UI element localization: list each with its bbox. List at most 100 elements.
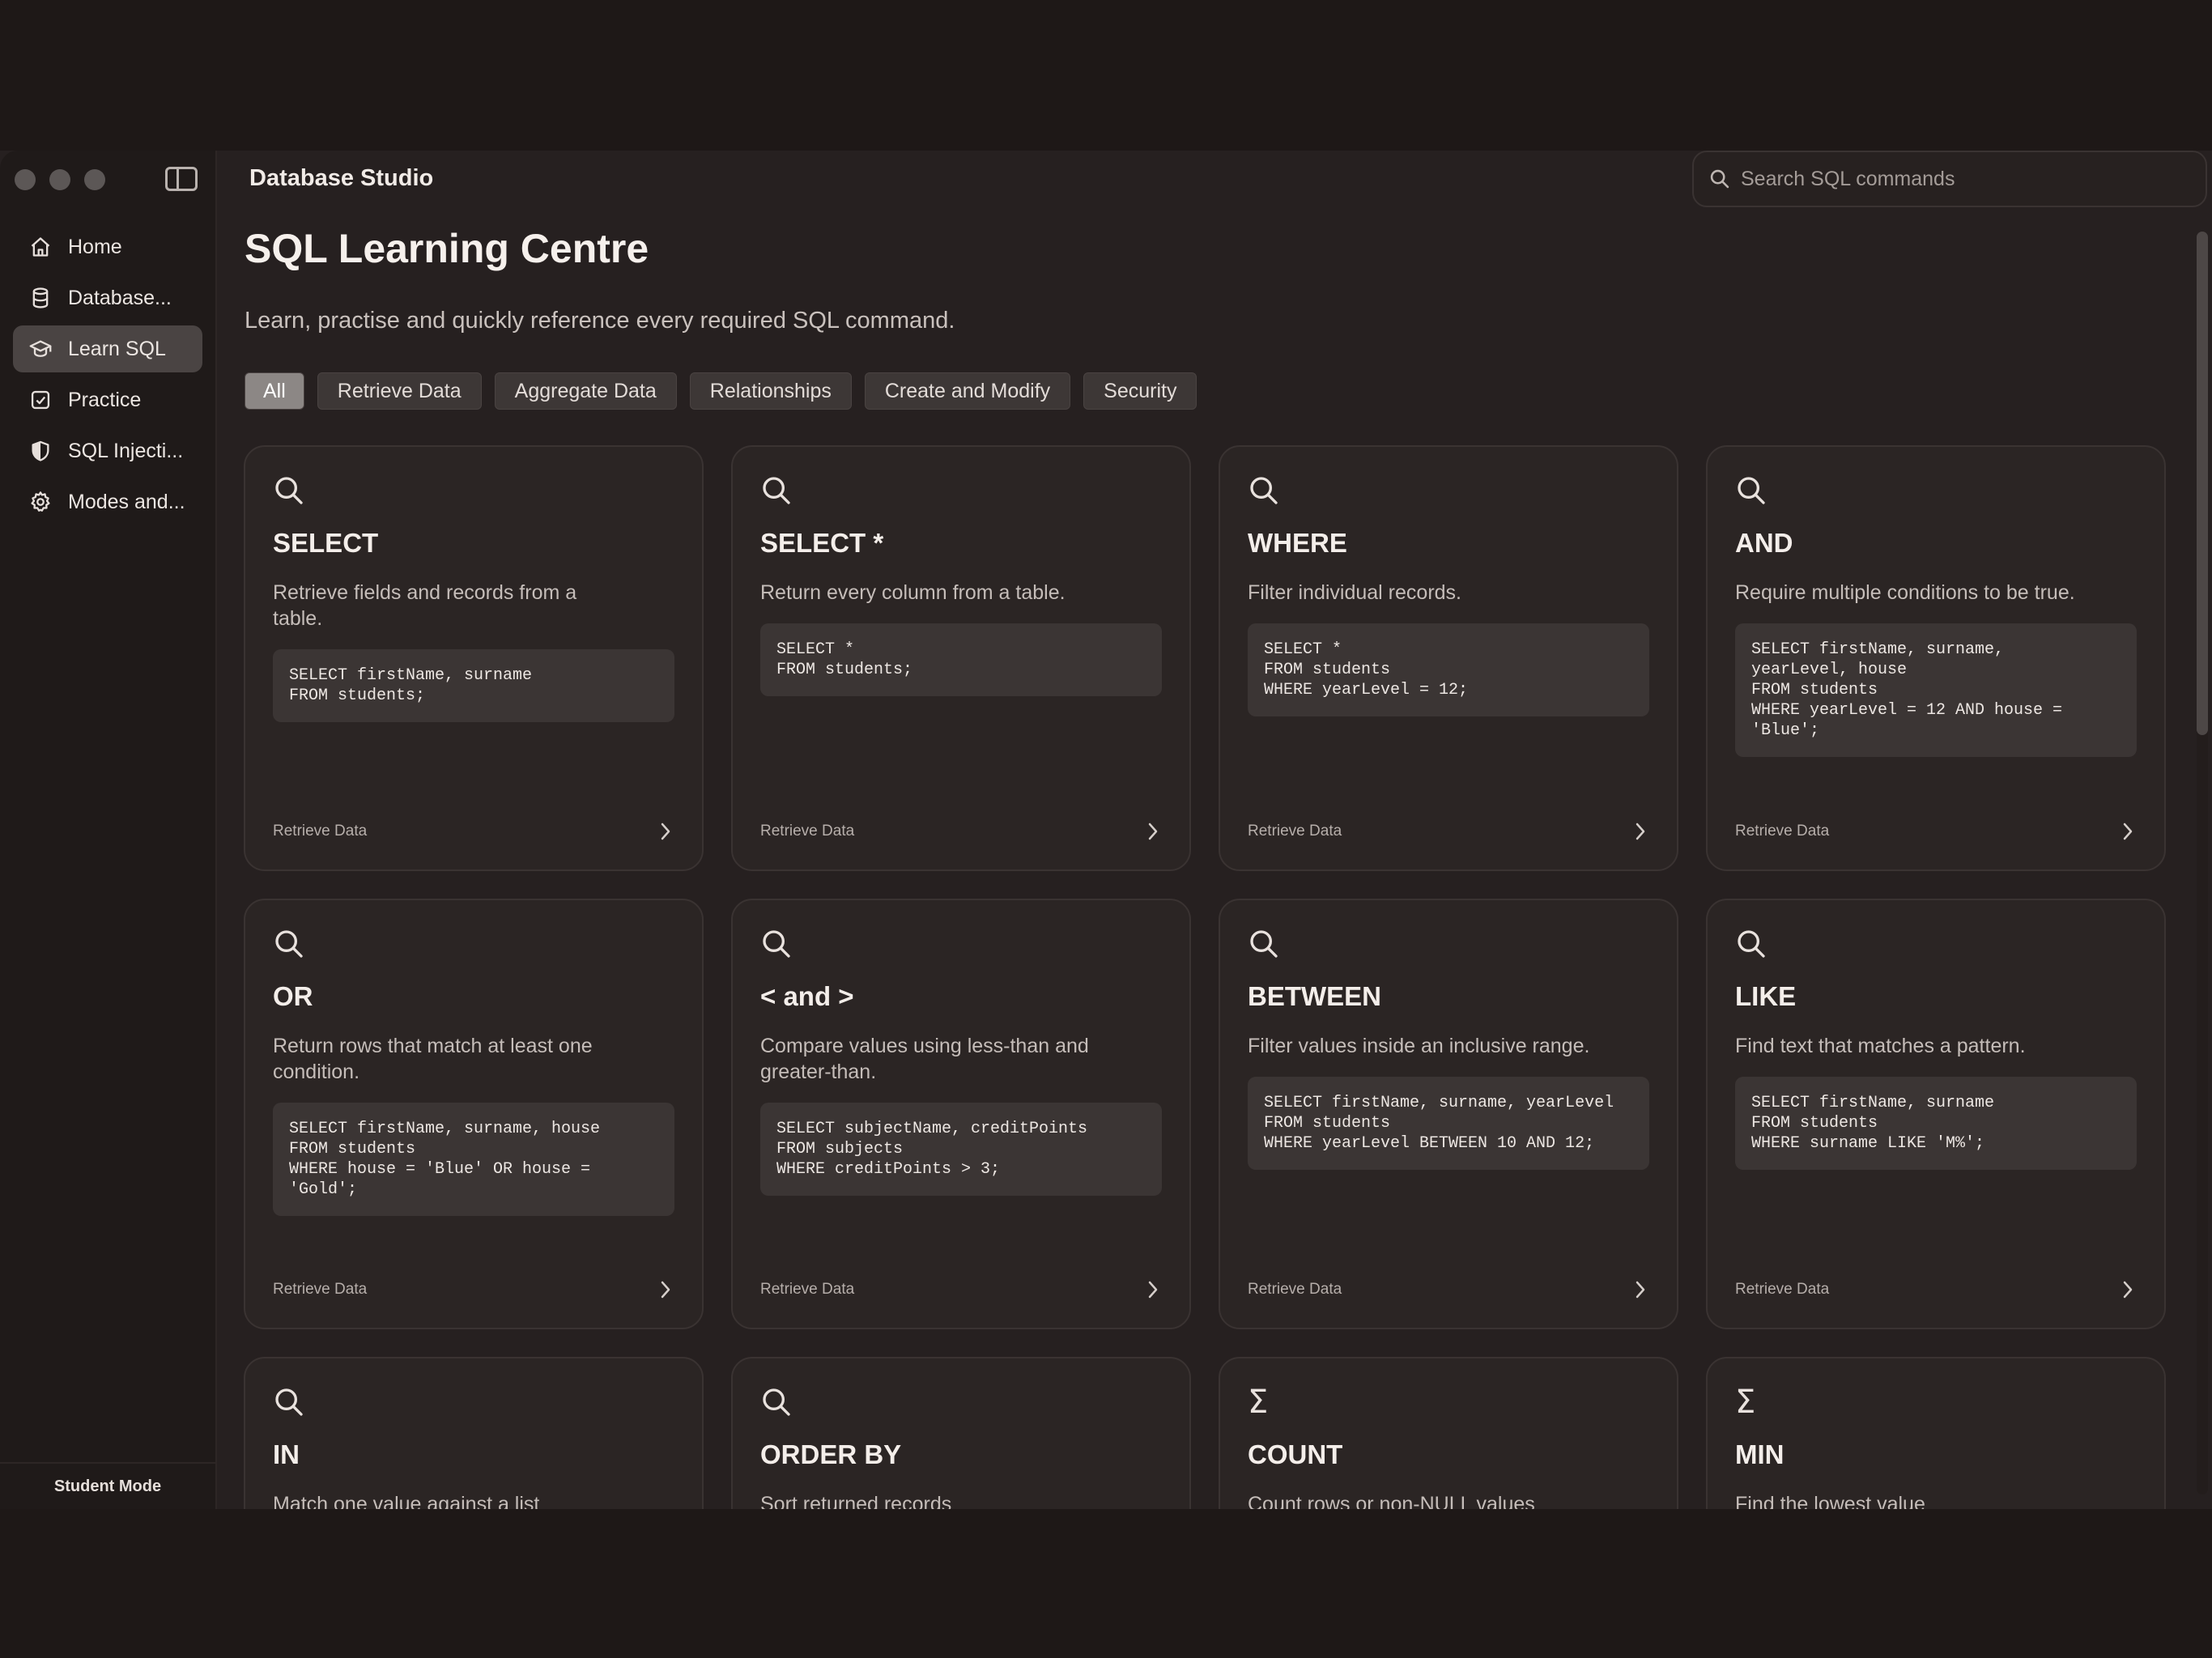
minimize-window-button[interactable] <box>49 169 70 190</box>
search-icon <box>760 928 793 960</box>
sigma-icon: Σ <box>1248 1384 1269 1421</box>
sidebar-item-modes[interactable]: Modes and... <box>13 478 202 525</box>
card-title: COUNT <box>1248 1439 1343 1469</box>
chevron-right-icon <box>1148 1281 1158 1299</box>
home-icon <box>29 236 52 258</box>
chevron-right-icon <box>661 823 670 840</box>
command-card-and[interactable]: AND Require multiple conditions to be tr… <box>1706 445 2166 871</box>
card-title: IN <box>273 1439 300 1469</box>
card-footer: Retrieve Data <box>760 821 1162 842</box>
card-description: Find text that matches a pattern. <box>1735 1035 2026 1057</box>
scrollbar-thumb[interactable] <box>2197 232 2208 735</box>
card-footer: Retrieve Data <box>760 1279 1162 1300</box>
code-example: SELECT subjectName, creditPoints FROM su… <box>760 1103 1162 1196</box>
card-category: Retrieve Data <box>273 823 368 840</box>
command-card-or[interactable]: OR Return rows that match at least one c… <box>244 899 704 1329</box>
chevron-right-icon <box>661 1281 670 1299</box>
card-footer: Retrieve Data <box>1248 821 1649 842</box>
sidebar-item-label: Practice <box>68 388 142 411</box>
card-description: Sort returned records <box>760 1493 952 1509</box>
command-card-order-by[interactable]: ORDER BY Sort returned records <box>731 1357 1191 1509</box>
sidebar-item-database[interactable]: Database... <box>13 274 202 321</box>
sidebar-item-label: Learn SQL <box>68 337 166 360</box>
command-card-grid: SELECT Retrieve fields and records from … <box>244 445 2166 1509</box>
card-category: Retrieve Data <box>1735 1281 1830 1298</box>
card-description: Match one value against a list <box>273 1493 540 1509</box>
card-footer: Retrieve Data <box>1735 821 2137 842</box>
student-mode-label: Student Mode <box>0 1462 215 1509</box>
chevron-right-icon <box>1636 823 1645 840</box>
card-description: Filter individual records. <box>1248 581 1461 604</box>
database-icon <box>29 287 52 309</box>
command-card-comparison[interactable]: < and > Compare values using less-than a… <box>731 899 1191 1329</box>
search-bar[interactable] <box>1692 151 2207 207</box>
command-card-select-all[interactable]: SELECT * Return every column from a tabl… <box>731 445 1191 871</box>
card-footer: Retrieve Data <box>273 1279 674 1300</box>
card-description: Count rows or non-NULL values <box>1248 1493 1535 1509</box>
shield-icon <box>29 440 52 462</box>
card-title: LIKE <box>1735 981 1797 1011</box>
card-footer: Retrieve Data <box>1735 1279 2137 1300</box>
search-input[interactable] <box>1741 167 2194 191</box>
filter-aggregate-data[interactable]: Aggregate Data <box>494 372 677 410</box>
command-card-select[interactable]: SELECT Retrieve fields and records from … <box>244 445 704 871</box>
command-card-between[interactable]: BETWEEN Filter values inside an inclusiv… <box>1219 899 1678 1329</box>
filter-retrieve-data[interactable]: Retrieve Data <box>317 372 482 410</box>
code-example: SELECT firstName, surname, yearLevel, ho… <box>1735 623 2137 757</box>
command-card-where[interactable]: WHERE Filter individual records. SELECT … <box>1219 445 1678 871</box>
command-card-count[interactable]: Σ COUNT Count rows or non-NULL values <box>1219 1357 1678 1509</box>
card-description: Require multiple conditions to be true. <box>1735 581 2075 604</box>
card-footer: Retrieve Data <box>1248 1279 1649 1300</box>
card-category: Retrieve Data <box>273 1281 368 1298</box>
scrollbar[interactable] <box>2197 232 2208 1494</box>
command-card-in[interactable]: IN Match one value against a list <box>244 1357 704 1509</box>
gear-icon <box>29 491 52 513</box>
card-description: Return every column from a table. <box>760 581 1066 604</box>
zoom-window-button[interactable] <box>84 169 105 190</box>
card-footer: Retrieve Data <box>273 821 674 842</box>
filter-security[interactable]: Security <box>1083 372 1197 410</box>
card-category: Retrieve Data <box>1248 823 1342 840</box>
sidebar-toggle-icon[interactable] <box>165 167 198 191</box>
sidebar-item-label: Modes and... <box>68 490 185 513</box>
sidebar-item-label: Database... <box>68 286 172 309</box>
search-icon <box>760 1386 793 1418</box>
code-example: SELECT firstName, surname, yearLevel FRO… <box>1248 1077 1649 1170</box>
window-controls <box>15 169 105 190</box>
search-icon <box>273 1386 305 1418</box>
card-title: OR <box>273 981 313 1011</box>
sidebar-item-sql-injection[interactable]: SQL Injecti... <box>13 427 202 474</box>
search-icon <box>273 474 305 507</box>
sidebar-item-home[interactable]: Home <box>13 223 202 270</box>
search-icon <box>1735 474 1767 507</box>
filter-relationships[interactable]: Relationships <box>689 372 852 410</box>
card-title: MIN <box>1735 1439 1784 1469</box>
search-icon <box>1735 928 1767 960</box>
sidebar-item-learn-sql[interactable]: Learn SQL <box>13 325 202 372</box>
sidebar-nav: Home Database... Learn SQL Practice SQL … <box>13 223 202 529</box>
filter-all[interactable]: All <box>245 372 304 410</box>
code-example: SELECT firstName, surname, house FROM st… <box>273 1103 674 1216</box>
code-example: SELECT firstName, surname FROM students … <box>1735 1077 2137 1170</box>
chevron-right-icon <box>2123 823 2133 840</box>
sidebar-item-label: SQL Injecti... <box>68 439 184 462</box>
command-card-min[interactable]: Σ MIN Find the lowest value <box>1706 1357 2166 1509</box>
sidebar-item-practice[interactable]: Practice <box>13 376 202 423</box>
page-title: SQL Learning Centre <box>245 226 649 271</box>
card-description: Filter values inside an inclusive range. <box>1248 1035 1590 1057</box>
card-title: ORDER BY <box>760 1439 902 1469</box>
card-description: Find the lowest value <box>1735 1493 1925 1509</box>
sidebar-item-label: Home <box>68 235 122 258</box>
chevron-right-icon <box>2123 1281 2133 1299</box>
code-example: SELECT * FROM students WHERE yearLevel =… <box>1248 623 1649 716</box>
command-card-like[interactable]: LIKE Find text that matches a pattern. S… <box>1706 899 2166 1329</box>
app-window: Home Database... Learn SQL Practice SQL … <box>0 151 2212 1509</box>
card-title: < and > <box>760 981 854 1011</box>
search-icon <box>1248 928 1280 960</box>
card-category: Retrieve Data <box>1735 823 1830 840</box>
filter-create-and-modify[interactable]: Create and Modify <box>864 372 1071 410</box>
card-description: Retrieve fields and records from a table… <box>273 581 577 630</box>
close-window-button[interactable] <box>15 169 36 190</box>
search-icon <box>273 928 305 960</box>
chevron-right-icon <box>1148 823 1158 840</box>
